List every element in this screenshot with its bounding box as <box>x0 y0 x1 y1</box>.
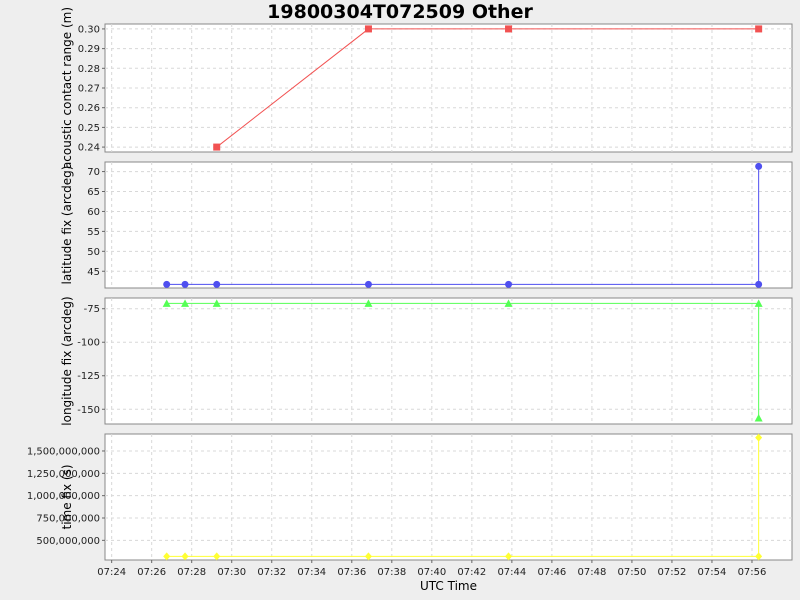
y-tick-label: 0.28 <box>78 64 100 75</box>
y-tick-label: -150 <box>77 405 100 416</box>
chart-canvas: 0.24 0.25 0.26 0.27 0.28 0.29 0.30 acoustic con… <box>27 7 793 593</box>
y-tick-label: 55 <box>87 227 100 238</box>
x-tick-label: 07:38 <box>377 567 406 578</box>
y-tick-label: 0.29 <box>78 44 100 55</box>
y-axis-label: time fix (s) <box>60 464 74 529</box>
y-tick-label: 45 <box>87 267 100 278</box>
x-tick-label: 07:44 <box>497 567 526 578</box>
data-point <box>163 280 171 288</box>
data-point <box>213 143 221 151</box>
x-tick-label: 07:46 <box>537 567 566 578</box>
y-axis-label: longitude fix (arcdeg) <box>60 296 74 425</box>
data-point <box>181 280 189 288</box>
y-tick-label: 0.25 <box>78 123 100 134</box>
x-tick-label: 07:32 <box>257 567 286 578</box>
y-tick-label: 0.30 <box>78 24 100 35</box>
y-tick-label: 70 <box>87 167 100 178</box>
data-point <box>755 280 763 288</box>
y-tick-label: 0.27 <box>78 84 100 95</box>
y-tick-label: 60 <box>87 207 100 218</box>
x-axis-label: UTC Time <box>420 579 477 593</box>
x-tick-label: 07:28 <box>177 567 206 578</box>
x-tick-label: 07:50 <box>618 567 647 578</box>
x-tick-label: 07:34 <box>297 567 326 578</box>
x-tick-label: 07:42 <box>457 567 486 578</box>
x-tick-label: 07:26 <box>137 567 166 578</box>
y-tick-label: 1,500,000,000 <box>27 446 100 457</box>
y-tick-label: 0.26 <box>78 103 100 114</box>
plot-area <box>104 161 793 289</box>
data-point <box>505 280 513 288</box>
y-tick-label: 50 <box>87 247 100 258</box>
data-point <box>364 25 372 33</box>
x-tick-label: 07:24 <box>97 567 126 578</box>
x-tick-label: 07:54 <box>698 567 727 578</box>
y-tick-label: -75 <box>84 304 100 315</box>
y-tick-label: -100 <box>77 338 100 349</box>
data-point <box>213 280 221 288</box>
y-tick-label: 65 <box>87 187 100 198</box>
data-point <box>755 25 763 33</box>
x-tick-label: 07:40 <box>417 567 446 578</box>
x-tick-label: 07:30 <box>217 567 246 578</box>
y-axis-label: acoustic contact range (m) <box>60 7 74 169</box>
plot-area <box>104 433 793 561</box>
data-point <box>364 280 372 288</box>
data-point <box>505 25 513 33</box>
plot-area <box>104 297 793 425</box>
y-tick-label: -125 <box>77 371 100 382</box>
y-tick-label: 500,000,000 <box>36 536 100 547</box>
x-tick-label: 07:56 <box>738 567 767 578</box>
x-tick-label: 07:36 <box>337 567 366 578</box>
y-tick-label: 0.24 <box>78 143 100 154</box>
data-point <box>755 162 763 170</box>
x-tick-label: 07:52 <box>658 567 687 578</box>
y-axis-label: latitude fix (arcdeg) <box>60 166 74 285</box>
x-tick-label: 07:48 <box>577 567 606 578</box>
